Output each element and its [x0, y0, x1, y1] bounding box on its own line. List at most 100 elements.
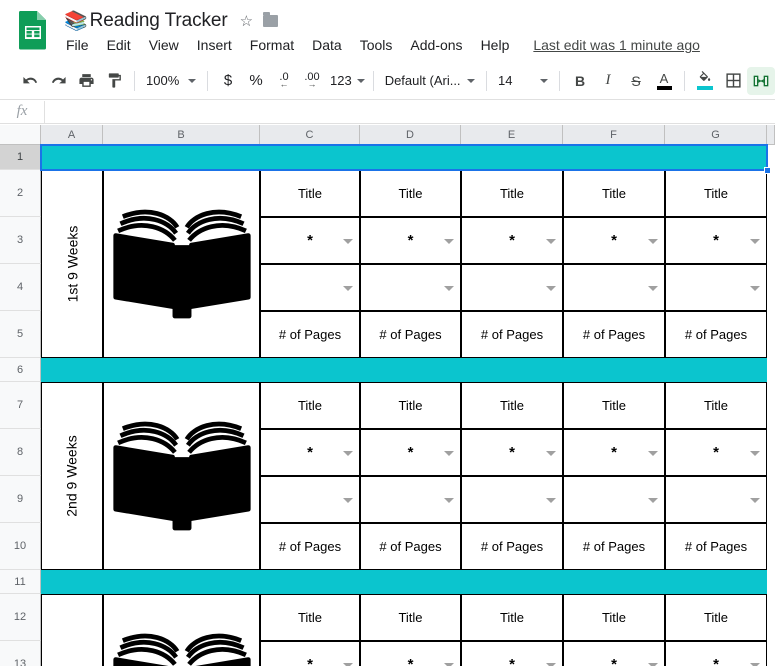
pages-cell[interactable]: # of Pages: [360, 523, 461, 570]
title-cell[interactable]: Title: [665, 170, 767, 217]
status-cell[interactable]: [360, 264, 461, 311]
row-header-2[interactable]: 2: [0, 170, 41, 217]
row-header-6[interactable]: 6: [0, 358, 41, 382]
currency-format-button[interactable]: $: [214, 67, 242, 95]
undo-icon[interactable]: [16, 67, 44, 95]
dropdown-arrow-icon[interactable]: [444, 497, 454, 503]
select-all-corner[interactable]: [0, 125, 41, 145]
percent-format-button[interactable]: %: [242, 67, 270, 95]
menu-item-insert[interactable]: Insert: [195, 36, 234, 54]
fill-color-button[interactable]: [691, 67, 719, 95]
column-header-C[interactable]: C: [260, 125, 360, 145]
rating-cell[interactable]: *: [461, 217, 563, 264]
banner-row-11[interactable]: [41, 570, 767, 594]
last-edit-status[interactable]: Last edit was 1 minute ago: [533, 37, 700, 53]
column-header-A[interactable]: A: [41, 125, 103, 145]
dropdown-arrow-icon[interactable]: [750, 285, 760, 291]
menu-item-format[interactable]: Format: [248, 36, 296, 54]
decrease-decimal-button[interactable]: .0 ←: [270, 67, 298, 95]
column-header-D[interactable]: D: [360, 125, 461, 145]
row-header-5[interactable]: 5: [0, 311, 41, 358]
text-color-button[interactable]: A: [650, 67, 678, 95]
column-header-E[interactable]: E: [461, 125, 563, 145]
row-header-9[interactable]: 9: [0, 476, 41, 523]
dropdown-arrow-icon[interactable]: [750, 238, 760, 244]
rating-cell[interactable]: *: [563, 641, 665, 666]
status-cell[interactable]: [665, 476, 767, 523]
sheets-logo-icon[interactable]: [17, 10, 49, 50]
dropdown-arrow-icon[interactable]: [343, 238, 353, 244]
italic-button[interactable]: I: [594, 67, 622, 95]
title-cell[interactable]: Title: [260, 594, 360, 641]
status-cell[interactable]: [461, 264, 563, 311]
dropdown-arrow-icon[interactable]: [343, 450, 353, 456]
print-icon[interactable]: [72, 67, 100, 95]
banner-row-6[interactable]: [41, 358, 767, 382]
formula-input[interactable]: [44, 100, 775, 123]
dropdown-arrow-icon[interactable]: [444, 238, 454, 244]
dropdown-arrow-icon[interactable]: [343, 497, 353, 503]
dropdown-arrow-icon[interactable]: [343, 285, 353, 291]
rating-cell[interactable]: *: [360, 641, 461, 666]
dropdown-arrow-icon[interactable]: [444, 662, 454, 666]
title-cell[interactable]: Title: [563, 382, 665, 429]
rating-cell[interactable]: *: [360, 217, 461, 264]
row-header-12[interactable]: 12: [0, 594, 41, 641]
rating-cell[interactable]: *: [260, 217, 360, 264]
dropdown-arrow-icon[interactable]: [648, 450, 658, 456]
title-cell[interactable]: Title: [563, 594, 665, 641]
rating-cell[interactable]: *: [563, 217, 665, 264]
rating-cell[interactable]: *: [260, 429, 360, 476]
title-cell[interactable]: Title: [461, 382, 563, 429]
dropdown-arrow-icon[interactable]: [444, 450, 454, 456]
rating-cell[interactable]: *: [665, 217, 767, 264]
row-header-4[interactable]: 4: [0, 264, 41, 311]
title-cell[interactable]: Title: [360, 170, 461, 217]
merge-cells-button[interactable]: [747, 66, 775, 95]
column-header-B[interactable]: B: [103, 125, 260, 145]
title-cell[interactable]: Title: [665, 382, 767, 429]
status-cell[interactable]: [260, 264, 360, 311]
row-header-8[interactable]: 8: [0, 429, 41, 476]
pages-cell[interactable]: # of Pages: [461, 523, 563, 570]
menu-item-edit[interactable]: Edit: [105, 36, 133, 54]
title-cell[interactable]: Title: [260, 382, 360, 429]
menu-item-addons[interactable]: Add-ons: [408, 36, 464, 54]
pages-cell[interactable]: # of Pages: [260, 523, 360, 570]
menu-item-file[interactable]: File: [64, 36, 91, 54]
title-cell[interactable]: Title: [360, 594, 461, 641]
dropdown-arrow-icon[interactable]: [546, 238, 556, 244]
dropdown-arrow-icon[interactable]: [444, 285, 454, 291]
page-title[interactable]: Reading Tracker: [90, 10, 228, 32]
status-cell[interactable]: [360, 476, 461, 523]
rating-cell[interactable]: *: [665, 429, 767, 476]
pages-cell[interactable]: # of Pages: [563, 523, 665, 570]
status-cell[interactable]: [665, 264, 767, 311]
row-header-13[interactable]: 13: [0, 641, 41, 666]
title-cell[interactable]: Title: [360, 382, 461, 429]
paint-format-icon[interactable]: [100, 67, 128, 95]
dropdown-arrow-icon[interactable]: [343, 662, 353, 666]
number-format-dropdown[interactable]: 123: [326, 68, 367, 94]
status-cell[interactable]: [563, 476, 665, 523]
row-header-10[interactable]: 10: [0, 523, 41, 570]
title-cell[interactable]: Title: [665, 594, 767, 641]
column-header-F[interactable]: F: [563, 125, 665, 145]
rating-cell[interactable]: *: [665, 641, 767, 666]
status-cell[interactable]: [563, 264, 665, 311]
dropdown-arrow-icon[interactable]: [546, 497, 556, 503]
font-size-dropdown[interactable]: 14: [493, 68, 553, 94]
star-icon[interactable]: ☆: [240, 14, 253, 29]
menu-item-data[interactable]: Data: [310, 36, 344, 54]
strikethrough-button[interactable]: S: [622, 67, 650, 95]
rating-cell[interactable]: *: [260, 641, 360, 666]
dropdown-arrow-icon[interactable]: [648, 497, 658, 503]
dropdown-arrow-icon[interactable]: [546, 450, 556, 456]
pages-cell[interactable]: # of Pages: [563, 311, 665, 358]
rating-cell[interactable]: *: [461, 429, 563, 476]
pages-cell[interactable]: # of Pages: [461, 311, 563, 358]
selection-fill-handle[interactable]: [764, 167, 771, 174]
spreadsheet-grid[interactable]: ABCDEFG12345678910111213141st 9 WeeksTit…: [0, 125, 775, 666]
pages-cell[interactable]: # of Pages: [665, 523, 767, 570]
row-header-11[interactable]: 11: [0, 570, 41, 594]
